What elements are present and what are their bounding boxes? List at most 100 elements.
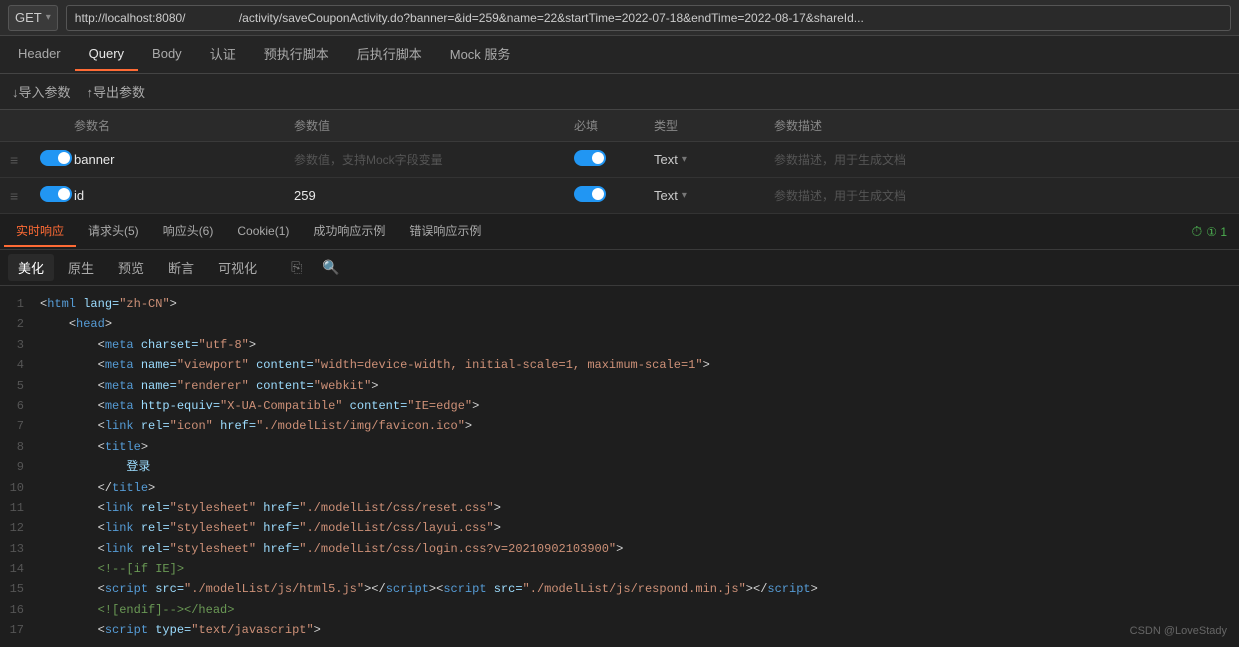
param-value-cell-0: 参数值，支持Mock字段变量: [288, 151, 568, 168]
line-number: 17: [0, 620, 40, 636]
tab-cookie[interactable]: Cookie(1): [225, 218, 301, 246]
timer-badge: ⏱ ① 1: [1191, 223, 1227, 240]
col-param-value: 参数值: [288, 117, 568, 134]
line-content: <link rel="stylesheet" href="./modelList…: [40, 518, 1239, 538]
method-dropdown-icon: ▾: [46, 12, 51, 23]
col-type: 类型: [648, 117, 768, 134]
required-toggle-0[interactable]: [574, 150, 606, 166]
view-btn-beautify[interactable]: 美化: [8, 254, 54, 281]
code-line: 17 <script type="text/javascript">: [0, 620, 1239, 636]
type-label-1: Text: [654, 188, 678, 203]
tab-header[interactable]: Header: [4, 38, 75, 71]
tab-success-example[interactable]: 成功响应示例: [301, 216, 397, 247]
code-line: 4 <meta name="viewport" content="width=d…: [0, 355, 1239, 375]
param-description-0: 参数描述，用于生成文档: [774, 153, 906, 167]
drag-handle-0[interactable]: ≡: [4, 152, 36, 168]
code-line: 1<html lang="zh-CN">: [0, 294, 1239, 314]
code-line: 8 <title>: [0, 437, 1239, 457]
params-table: 参数名 参数值 必填 类型 参数描述 ≡ banner 参数值，支持Mock字段…: [0, 110, 1239, 214]
export-params-button[interactable]: ↑导出参数: [87, 82, 146, 101]
response-tab-bar: 实时响应 请求头(5) 响应头(6) Cookie(1) 成功响应示例 错误响应…: [0, 214, 1239, 250]
export-params-label: ↑导出参数: [87, 82, 146, 101]
param-description-1: 参数描述，用于生成文档: [774, 189, 906, 203]
line-content: <title>: [40, 437, 1239, 457]
view-btn-raw[interactable]: 原生: [58, 254, 104, 281]
tab-error-example[interactable]: 错误响应示例: [397, 216, 493, 247]
row-toggle-1[interactable]: [40, 186, 72, 202]
col-description: 参数描述: [768, 117, 1235, 134]
col-param-name: 参数名: [68, 117, 288, 134]
tab-auth[interactable]: 认证: [196, 36, 250, 73]
required-cell-0[interactable]: [568, 150, 648, 169]
csdn-badge: CSDN @LoveStady: [1130, 625, 1227, 637]
line-content: <meta name="renderer" content="webkit">: [40, 376, 1239, 396]
code-line: 10 </title>: [0, 478, 1239, 498]
line-number: 15: [0, 579, 40, 599]
line-content: <link rel="icon" href="./modelList/img/f…: [40, 416, 1239, 436]
search-icon[interactable]: 🔍: [314, 255, 347, 280]
line-number: 11: [0, 498, 40, 518]
request-tab-bar: Header Query Body 认证 预执行脚本 后执行脚本 Mock 服务: [0, 36, 1239, 74]
line-content: <![endif]--></head>: [40, 600, 1239, 620]
code-line: 16 <![endif]--></head>: [0, 600, 1239, 620]
code-line: 6 <meta http-equiv="X-UA-Compatible" con…: [0, 396, 1239, 416]
line-content: <html lang="zh-CN">: [40, 294, 1239, 314]
code-line: 11 <link rel="stylesheet" href="./modelL…: [0, 498, 1239, 518]
toggle-cell-0[interactable]: [36, 150, 68, 169]
table-header-row: 参数名 参数值 必填 类型 参数描述: [0, 110, 1239, 142]
type-cell-1[interactable]: Text ▾: [648, 188, 768, 203]
tab-mock[interactable]: Mock 服务: [436, 36, 525, 73]
table-row: ≡ id 259 Text ▾ 参数描述，用于生成文档: [0, 178, 1239, 214]
tab-response-headers[interactable]: 响应头(6): [151, 216, 226, 247]
line-number: 16: [0, 600, 40, 620]
view-btn-assertion[interactable]: 断言: [158, 254, 204, 281]
param-name-1: id: [68, 188, 288, 203]
line-content: </title>: [40, 478, 1239, 498]
code-line: 3 <meta charset="utf-8">: [0, 335, 1239, 355]
tab-post-script[interactable]: 后执行脚本: [343, 36, 436, 73]
code-line: 5 <meta name="renderer" content="webkit"…: [0, 376, 1239, 396]
row-toggle-0[interactable]: [40, 150, 72, 166]
param-name-0: banner: [68, 152, 288, 167]
line-content: <link rel="stylesheet" href="./modelList…: [40, 498, 1239, 518]
toggle-cell-1[interactable]: [36, 186, 68, 205]
line-content: <script src="./modelList/js/html5.js"></…: [40, 579, 1239, 599]
code-line: 7 <link rel="icon" href="./modelList/img…: [0, 416, 1239, 436]
line-number: 8: [0, 437, 40, 457]
view-btn-preview[interactable]: 预览: [108, 254, 154, 281]
tab-body[interactable]: Body: [138, 38, 196, 71]
import-params-button[interactable]: ↓导入参数: [12, 82, 71, 101]
type-label-0: Text: [654, 152, 678, 167]
type-cell-0[interactable]: Text ▾: [648, 152, 768, 167]
response-view-bar: 美化 原生 预览 断言 可视化 ⎘ 🔍: [0, 250, 1239, 286]
line-content: <meta charset="utf-8">: [40, 335, 1239, 355]
tab-pre-script[interactable]: 预执行脚本: [250, 36, 343, 73]
tab-realtime-response[interactable]: 实时响应: [4, 216, 76, 247]
tab-query[interactable]: Query: [75, 38, 138, 71]
tab-request-headers[interactable]: 请求头(5): [76, 216, 151, 247]
view-btn-visualize[interactable]: 可视化: [208, 254, 267, 281]
line-number: 13: [0, 539, 40, 559]
line-content: <link rel="stylesheet" href="./modelList…: [40, 539, 1239, 559]
line-number: 9: [0, 457, 40, 477]
line-number: 12: [0, 518, 40, 538]
method-select[interactable]: GET ▾: [8, 5, 58, 31]
code-line: 15 <script src="./modelList/js/html5.js"…: [0, 579, 1239, 599]
type-dropdown-icon-1: ▾: [682, 190, 687, 201]
line-content: <head>: [40, 314, 1239, 334]
description-cell-1: 参数描述，用于生成文档: [768, 187, 1235, 204]
code-line: 14 <!--[if IE]>: [0, 559, 1239, 579]
description-cell-0: 参数描述，用于生成文档: [768, 151, 1235, 168]
url-bar: GET ▾: [0, 0, 1239, 36]
drag-icon: ≡: [10, 152, 18, 168]
drag-handle-1[interactable]: ≡: [4, 188, 36, 204]
line-content: <script type="text/javascript">: [40, 620, 1239, 636]
required-toggle-1[interactable]: [574, 186, 606, 202]
copy-icon[interactable]: ⎘: [283, 255, 310, 280]
line-content: <meta name="viewport" content="width=dev…: [40, 355, 1239, 375]
code-line: 2 <head>: [0, 314, 1239, 334]
url-input[interactable]: [66, 5, 1231, 31]
clock-icon: ⏱: [1191, 223, 1202, 240]
method-label: GET: [15, 10, 42, 25]
required-cell-1[interactable]: [568, 186, 648, 205]
